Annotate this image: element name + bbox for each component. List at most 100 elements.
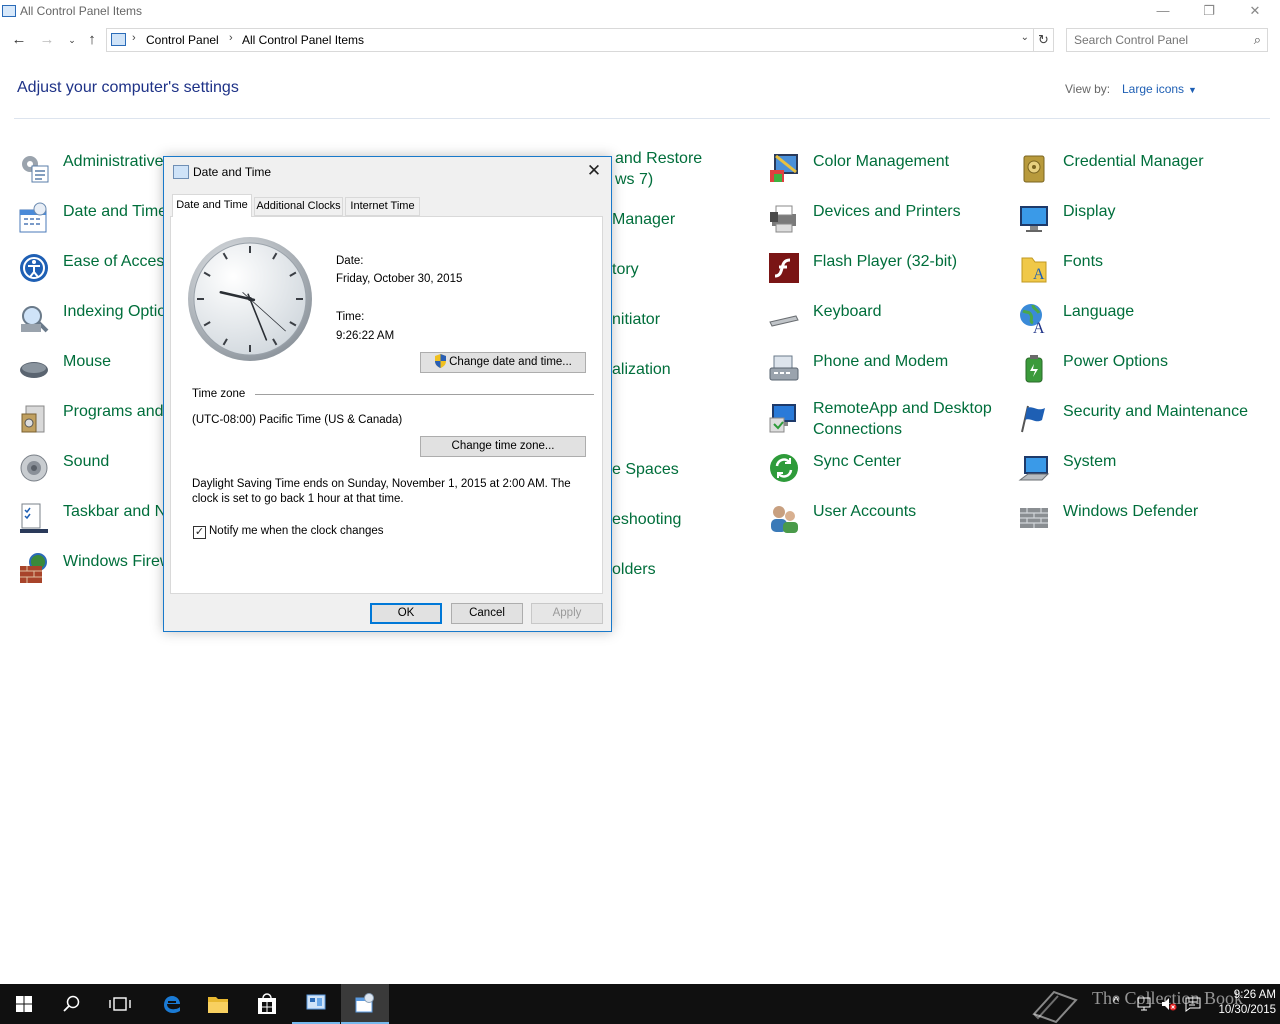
cp-item-label[interactable]: RemoteApp and Desktop — [813, 398, 992, 419]
dropdown-caret-icon[interactable]: ▼ — [1188, 85, 1197, 95]
cp-item-ease-of-access[interactable]: Ease of Access — [18, 249, 172, 289]
ok-button[interactable]: OK — [370, 603, 442, 624]
recent-locations-chevron-icon[interactable]: ⌄ — [62, 30, 82, 50]
cp-item-label[interactable]: Phone and Modem — [813, 351, 948, 372]
task-view-button[interactable] — [96, 984, 144, 1024]
change-time-zone-button[interactable]: Change time zone... — [420, 436, 586, 457]
tab-date-and-time[interactable]: Date and Time — [172, 194, 252, 217]
minimize-button[interactable]: — — [1140, 0, 1186, 24]
start-button[interactable] — [0, 984, 48, 1024]
cp-item-security-and-maintenance[interactable]: Security and Maintenance — [1018, 399, 1258, 439]
cp-item-label[interactable]: Mouse — [63, 351, 111, 372]
cp-item-label[interactable]: Language — [1063, 301, 1134, 322]
search-input[interactable] — [1074, 33, 1244, 47]
cp-item-flash-player[interactable]: Flash Player (32-bit) — [768, 249, 1008, 289]
cp-item-phone-and-modem[interactable]: Phone and Modem — [768, 349, 1008, 389]
cp-item-label[interactable]: Manager — [612, 209, 675, 230]
cp-item-power-options[interactable]: Power Options — [1018, 349, 1258, 389]
cp-item-label[interactable]: tory — [612, 259, 639, 280]
back-arrow-icon[interactable]: ← — [9, 30, 29, 50]
search-box[interactable]: ⌕ — [1066, 28, 1268, 52]
view-by-value[interactable]: Large icons — [1122, 82, 1184, 96]
address-bar[interactable]: › Control Panel › All Control Panel Item… — [106, 28, 1034, 52]
breadcrumb-chevron-icon[interactable]: › — [229, 32, 233, 44]
notify-checkbox[interactable]: ✓ — [193, 526, 206, 539]
breadcrumb-chevron-icon[interactable]: › — [132, 32, 136, 44]
dialog-close-icon[interactable]: ✕ — [583, 160, 605, 182]
cp-item-system[interactable]: System — [1018, 449, 1258, 489]
cp-item-label[interactable]: olders — [612, 559, 656, 580]
cp-item-sync-center[interactable]: Sync Center — [768, 449, 1008, 489]
cp-item-label[interactable]: Date and Time — [63, 201, 167, 222]
cp-item-devices-and-printers[interactable]: Devices and Printers — [768, 199, 1008, 239]
cp-item-windows-defender[interactable]: Windows Defender — [1018, 499, 1258, 539]
cp-item-label[interactable]: Windows Defender — [1063, 501, 1198, 522]
cp-item-remoteapp[interactable]: RemoteApp and Desktop Connections — [768, 399, 1008, 444]
close-button[interactable]: ✕ — [1232, 0, 1278, 24]
forward-arrow-icon[interactable]: → — [37, 30, 57, 50]
cp-item-programs-and-features[interactable]: Programs and — [18, 399, 168, 439]
cp-item-label[interactable]: Administrative — [63, 151, 163, 172]
cp-item-label[interactable]: Taskbar and Na — [63, 501, 175, 522]
cp-item-display[interactable]: Display — [1018, 199, 1258, 239]
cp-item-indexing-options[interactable]: Indexing Optio — [18, 299, 168, 339]
tab-additional-clocks[interactable]: Additional Clocks — [254, 197, 343, 216]
cp-item-user-accounts[interactable]: User Accounts — [768, 499, 1008, 539]
cp-item-label[interactable]: Ease of Access — [63, 251, 172, 272]
refresh-icon[interactable]: ↻ — [1034, 28, 1054, 52]
search-button[interactable] — [48, 984, 96, 1024]
cp-item-credential-manager[interactable]: Credential Manager — [1018, 149, 1258, 189]
change-date-time-label[interactable]: Change date and time... — [449, 356, 572, 368]
view-by-dropdown[interactable]: Large icons ▼ — [1122, 82, 1197, 96]
cp-item-fonts[interactable]: A Fonts — [1018, 249, 1258, 289]
cp-item-label[interactable]: Programs and — [63, 401, 164, 422]
cp-item-sound[interactable]: Sound — [18, 449, 168, 489]
cp-item-language[interactable]: A Language — [1018, 299, 1258, 339]
cp-item-label[interactable]: Credential Manager — [1063, 151, 1204, 172]
up-arrow-icon[interactable]: ↑ — [82, 30, 102, 50]
cp-item-label[interactable]: Sync Center — [813, 451, 901, 472]
clock-date[interactable]: 10/30/2015 — [1206, 1003, 1276, 1018]
date-time-button[interactable] — [341, 984, 389, 1024]
cp-item-label[interactable]: nitiator — [612, 309, 660, 330]
cp-item-label[interactable]: eshooting — [612, 509, 681, 530]
cp-item-label[interactable]: System — [1063, 451, 1116, 472]
cp-item-label[interactable]: and Restore — [615, 148, 702, 169]
cp-item-label[interactable]: Power Options — [1063, 351, 1168, 372]
cp-item-label[interactable]: Windows Firew — [63, 551, 171, 572]
cp-item-label-line2[interactable]: ws 7) — [615, 169, 653, 190]
change-date-time-button[interactable]: Change date and time... — [420, 352, 586, 373]
cp-item-label[interactable]: Color Management — [813, 151, 949, 172]
cp-item-label[interactable]: Flash Player (32-bit) — [813, 251, 957, 272]
cp-item-label-line2[interactable]: Connections — [813, 419, 902, 440]
cp-item-label[interactable]: Sound — [63, 451, 109, 472]
cp-item-color-management[interactable]: Color Management — [768, 149, 1008, 189]
cp-item-administrative-tools[interactable]: Administrative — [18, 149, 168, 189]
store-button[interactable] — [243, 984, 291, 1024]
cp-item-label[interactable]: Security and Maintenance — [1063, 401, 1248, 422]
cp-item-label[interactable]: Indexing Optio — [63, 301, 166, 322]
breadcrumb-control-panel[interactable]: Control Panel — [146, 33, 219, 47]
cp-item-label[interactable]: alization — [612, 359, 671, 380]
cp-item-label[interactable]: User Accounts — [813, 501, 916, 522]
cp-item-label[interactable]: e Spaces — [612, 459, 679, 480]
cp-item-label[interactable]: Devices and Printers — [813, 201, 961, 222]
notify-checkbox-label[interactable]: Notify me when the clock changes — [209, 525, 384, 537]
file-explorer-button[interactable] — [194, 984, 242, 1024]
search-icon[interactable]: ⌕ — [1254, 32, 1261, 48]
tab-internet-time[interactable]: Internet Time — [345, 197, 420, 216]
cp-item-date-and-time[interactable]: Date and Time — [18, 199, 168, 239]
clock-time[interactable]: 9:26 AM — [1206, 988, 1276, 1003]
restore-button[interactable]: ❐ — [1186, 0, 1232, 24]
cp-item-keyboard[interactable]: Keyboard — [768, 299, 1008, 339]
edge-button[interactable] — [146, 984, 194, 1024]
cp-item-windows-firewall[interactable]: Windows Firew — [18, 549, 171, 589]
cp-item-mouse[interactable]: Mouse — [18, 349, 168, 389]
cancel-button[interactable]: Cancel — [451, 603, 523, 624]
cp-item-taskbar-and-navigation[interactable]: Taskbar and Na — [18, 499, 175, 539]
apply-button[interactable]: Apply — [531, 603, 603, 624]
cp-item-label[interactable]: Fonts — [1063, 251, 1103, 272]
control-panel-button[interactable] — [292, 984, 340, 1024]
breadcrumb-all-items[interactable]: All Control Panel Items — [242, 33, 364, 47]
cp-item-label[interactable]: Keyboard — [813, 301, 882, 322]
